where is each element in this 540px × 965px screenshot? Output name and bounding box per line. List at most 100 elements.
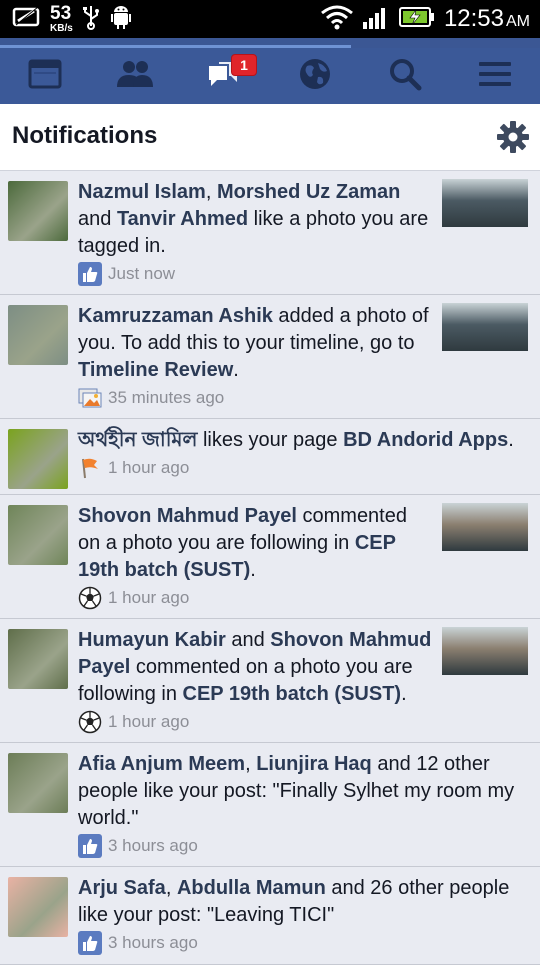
news-feed-icon: [28, 59, 62, 94]
notification-name[interactable]: Shovon Mahmud Payel: [78, 505, 297, 527]
nav-menu-button[interactable]: [465, 52, 525, 100]
avatar[interactable]: [8, 629, 68, 689]
avatar[interactable]: [8, 305, 68, 365]
photo-thumbnail[interactable]: [442, 179, 528, 227]
notification-name[interactable]: Timeline Review: [78, 359, 233, 381]
notification-text-part: likes your page: [197, 429, 344, 451]
notification-name[interactable]: BD Andorid Apps: [343, 429, 508, 451]
settings-button[interactable]: [496, 120, 530, 154]
data-speed-value: 53: [50, 3, 72, 24]
clock-time: 12:53: [443, 5, 504, 32]
soccer-ball-icon: [78, 586, 102, 610]
notification-meta: Just now: [78, 261, 432, 287]
globe-icon: [298, 57, 332, 96]
notification-name[interactable]: Tanvir Ahmed: [117, 208, 248, 230]
soccer-ball-icon: [78, 710, 102, 734]
notification-body: অর্থহীন জামিল likes your page BD Andorid…: [78, 427, 528, 481]
notification-item[interactable]: Humayun Kabir and Shovon Mahmud Payel co…: [0, 619, 540, 743]
signal-icon: [362, 4, 390, 35]
nav-friends-button[interactable]: [105, 52, 165, 100]
avatar[interactable]: [8, 877, 68, 937]
nav-search-button[interactable]: [375, 52, 435, 100]
friends-icon: [115, 59, 155, 94]
notification-text-part: ,: [245, 753, 257, 775]
notification-name[interactable]: অর্থহীন জামিল: [78, 429, 197, 451]
gear-icon: [496, 121, 530, 158]
notification-text: Nazmul Islam, Morshed Uz Zaman and Tanvi…: [78, 179, 432, 260]
nav-globe-button[interactable]: [285, 52, 345, 100]
notification-text-part: and: [225, 629, 271, 651]
notification-text-part: .: [401, 683, 407, 705]
notification-item[interactable]: অর্থহীন জামিল likes your page BD Andorid…: [0, 419, 540, 495]
notification-item[interactable]: Shovon Mahmud Payel commented on a photo…: [0, 495, 540, 619]
notification-body: Kamruzzaman Ashik added a photo of you. …: [78, 303, 432, 411]
notifications-header: Notifications: [0, 104, 540, 171]
clock: 12:53 AM: [444, 5, 530, 33]
notification-text-part: and: [78, 208, 117, 230]
notification-item[interactable]: Kamruzzaman Ashik added a photo of you. …: [0, 295, 540, 419]
notification-item[interactable]: Arju Safa, Abdulla Mamun and 26 other pe…: [0, 867, 540, 965]
avatar[interactable]: [8, 505, 68, 565]
notification-text: Shovon Mahmud Payel commented on a photo…: [78, 503, 432, 584]
notification-body: Humayun Kabir and Shovon Mahmud Payel co…: [78, 627, 432, 735]
notification-text: Arju Safa, Abdulla Mamun and 26 other pe…: [78, 875, 528, 929]
timestamp: 1 hour ago: [108, 458, 190, 477]
notification-meta: 3 hours ago: [78, 833, 528, 859]
like-icon: [78, 931, 102, 955]
notification-item[interactable]: Afia Anjum Meem, Liunjira Haq and 12 oth…: [0, 743, 540, 867]
notification-text-part: .: [250, 559, 256, 581]
notification-name[interactable]: Nazmul Islam: [78, 181, 206, 203]
timestamp: Just now: [108, 264, 176, 283]
timestamp: 3 hours ago: [108, 933, 198, 952]
notification-meta: 1 hour ago: [78, 709, 432, 735]
notification-body: Afia Anjum Meem, Liunjira Haq and 12 oth…: [78, 751, 528, 859]
notification-text: Afia Anjum Meem, Liunjira Haq and 12 oth…: [78, 751, 528, 832]
photo-thumbnail[interactable]: [442, 503, 528, 551]
notification-text: Humayun Kabir and Shovon Mahmud Payel co…: [78, 627, 432, 708]
like-icon: [78, 834, 102, 858]
android-debug-icon: [109, 4, 133, 35]
flag-icon: [78, 456, 102, 480]
nav-news-feed-button[interactable]: [15, 52, 75, 100]
notification-text-part: .: [508, 429, 514, 451]
notification-body: Shovon Mahmud Payel commented on a photo…: [78, 503, 432, 611]
search-icon: [388, 57, 422, 96]
notification-list: Nazmul Islam, Morshed Uz Zaman and Tanvi…: [0, 171, 540, 965]
photo-icon: [78, 386, 102, 410]
top-nav-bar: 1: [0, 48, 540, 105]
avatar[interactable]: [8, 753, 68, 813]
notification-name[interactable]: Morshed Uz Zaman: [217, 181, 400, 203]
usb-icon: [81, 4, 101, 35]
notification-meta: 1 hour ago: [78, 455, 528, 481]
notification-text: Kamruzzaman Ashik added a photo of you. …: [78, 303, 432, 384]
notification-name[interactable]: CEP 19th batch (SUST): [183, 683, 402, 705]
photo-thumbnail[interactable]: [442, 303, 528, 351]
notification-text: অর্থহীন জামিল likes your page BD Andorid…: [78, 427, 528, 454]
notification-name[interactable]: Humayun Kabir: [78, 629, 226, 651]
notification-meta: 1 hour ago: [78, 585, 432, 611]
data-speed: 53 KB/s: [50, 4, 73, 34]
notification-name[interactable]: Arju Safa: [78, 877, 166, 899]
data-speed-unit: KB/s: [50, 23, 73, 34]
notification-text-part: .: [233, 359, 239, 381]
notification-body: Nazmul Islam, Morshed Uz Zaman and Tanvi…: [78, 179, 432, 287]
page-title: Notifications: [12, 122, 158, 149]
timestamp: 3 hours ago: [108, 836, 198, 855]
notification-item[interactable]: Nazmul Islam, Morshed Uz Zaman and Tanvi…: [0, 171, 540, 295]
avatar[interactable]: [8, 429, 68, 489]
notification-name[interactable]: Afia Anjum Meem: [78, 753, 245, 775]
clock-ampm: AM: [506, 13, 530, 30]
avatar[interactable]: [8, 181, 68, 241]
notification-body: Arju Safa, Abdulla Mamun and 26 other pe…: [78, 875, 528, 956]
notification-name[interactable]: Kamruzzaman Ashik: [78, 305, 273, 327]
messages-badge: 1: [231, 54, 257, 76]
notification-name[interactable]: Abdulla Mamun: [177, 877, 326, 899]
nav-messages-button[interactable]: 1: [195, 52, 257, 100]
no-signal-icon: [12, 5, 42, 34]
notification-name[interactable]: Liunjira Haq: [256, 753, 372, 775]
notification-meta: 35 minutes ago: [78, 385, 432, 411]
photo-thumbnail[interactable]: [442, 627, 528, 675]
menu-icon: [478, 60, 512, 93]
timestamp: 1 hour ago: [108, 712, 190, 731]
timestamp: 1 hour ago: [108, 588, 190, 607]
